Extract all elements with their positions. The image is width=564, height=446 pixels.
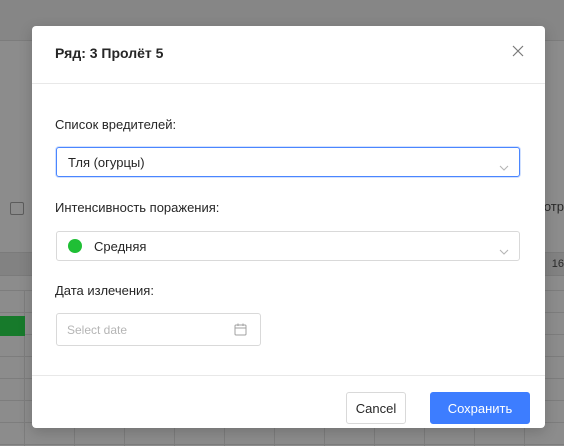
- cancel-button[interactable]: Cancel: [346, 392, 406, 424]
- pests-label: Список вредителей:: [55, 117, 177, 132]
- background-number: 16: [551, 258, 564, 270]
- save-button[interactable]: Сохранить: [430, 392, 530, 424]
- intensity-indicator-dot: [68, 239, 82, 253]
- intensity-label: Интенсивность поражения:: [55, 200, 220, 215]
- calendar-icon: [234, 323, 247, 336]
- modal-footer: Cancel Сохранить: [32, 375, 545, 429]
- extraction-date-label: Дата излечения:: [55, 283, 154, 298]
- pests-select-value: Тля (огурцы): [68, 155, 145, 170]
- chevron-down-icon: [499, 159, 509, 171]
- modal-dialog: Ряд: 3 Пролёт 5 Список вредителей: Тля (…: [32, 26, 545, 428]
- intensity-select[interactable]: Средняя: [56, 231, 520, 261]
- modal-header: Ряд: 3 Пролёт 5: [32, 26, 545, 84]
- intensity-select-value: Средняя: [94, 239, 147, 254]
- close-icon[interactable]: [510, 43, 526, 59]
- modal-title: Ряд: 3 Пролёт 5: [55, 45, 164, 61]
- chevron-down-icon: [499, 243, 509, 255]
- extraction-date-picker[interactable]: Select date: [56, 313, 261, 346]
- background-green-cell: [0, 316, 25, 336]
- background-text: отр: [543, 199, 564, 214]
- date-placeholder: Select date: [67, 323, 128, 337]
- background-calendar-icon: [10, 202, 24, 215]
- pests-select[interactable]: Тля (огурцы): [56, 147, 520, 177]
